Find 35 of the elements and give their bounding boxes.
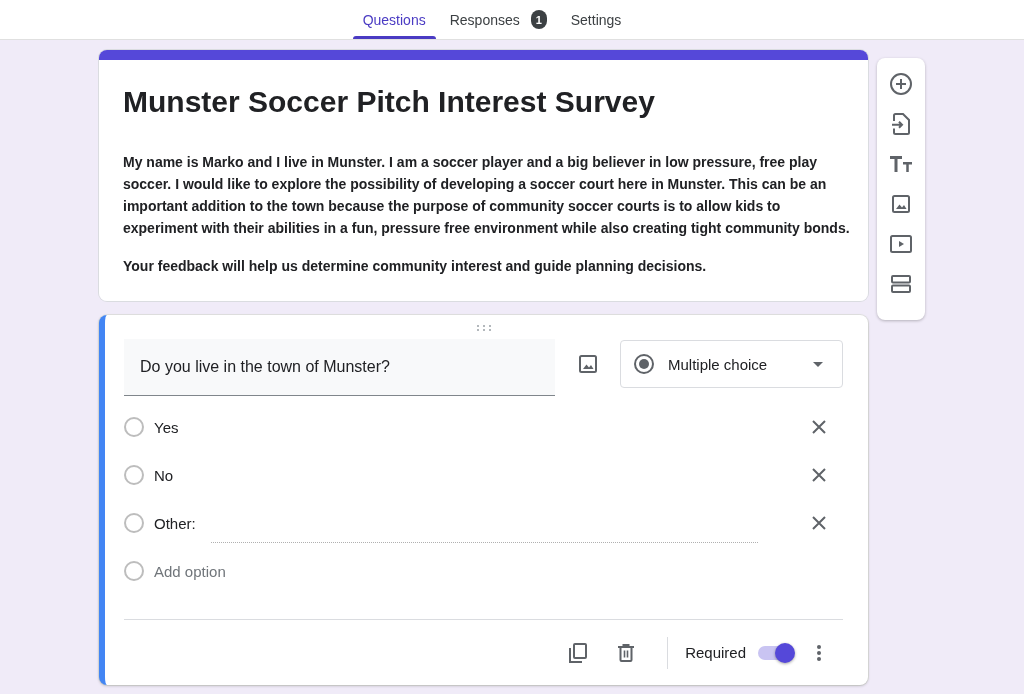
- copy-icon[interactable]: [569, 642, 588, 663]
- text-size-icon[interactable]: [890, 156, 912, 172]
- close-icon[interactable]: [812, 420, 826, 434]
- add-option-link[interactable]: Add option: [154, 562, 226, 580]
- radio-circle-icon: [124, 513, 144, 533]
- required-switch[interactable]: [758, 642, 795, 663]
- tab[interactable]: Questions: [352, 0, 436, 39]
- close-icon[interactable]: [812, 516, 826, 530]
- close-icon[interactable]: [812, 468, 826, 482]
- section-icon[interactable]: [891, 275, 911, 293]
- tab[interactable]: Settings: [560, 0, 632, 39]
- option-label: No: [154, 466, 174, 484]
- more-vertical-icon[interactable]: [817, 644, 821, 661]
- form-description: My name is Marko and I live in Munster. I am a soccer player and a big believer in low pressure, free play soccer. I would like to explore the possibility of developing a soccer court here in Munster. This can be an important addition to the town because the purpose of community soccer courts is to allow kids to experiment with their abilities in a fun, pressure free environment while also creating tight community bonds.: [123, 153, 851, 238]
- form-title: Munster Soccer Pitch Interest Survey: [123, 84, 656, 120]
- drag-handle-icon[interactable]: [476, 324, 491, 331]
- option-label: Yes: [154, 418, 179, 436]
- radio-circle-icon: [124, 417, 144, 437]
- question-title-field[interactable]: Do you live in the town of Munster?: [124, 339, 555, 396]
- import-file-icon[interactable]: [892, 113, 910, 135]
- tab[interactable]: Responses 1: [439, 0, 557, 39]
- required-label: Required: [685, 644, 746, 661]
- radio-circle-icon: [124, 465, 144, 485]
- image-icon[interactable]: [892, 195, 910, 213]
- radio-selected-icon: [634, 354, 654, 374]
- add-circle-icon[interactable]: [890, 73, 912, 95]
- radio-circle-icon: [124, 561, 144, 581]
- question-type-dropdown[interactable]: Multiple choice: [620, 340, 843, 388]
- option-label: Other:: [154, 514, 196, 532]
- trash-icon[interactable]: [618, 643, 635, 662]
- form-description: Your feedback will help us determine community interest and guide planning decisions.: [123, 257, 708, 276]
- image-icon[interactable]: [579, 355, 597, 373]
- count-badge: 1: [530, 10, 547, 29]
- video-icon[interactable]: [890, 235, 912, 253]
- caret-icon: [813, 361, 823, 367]
